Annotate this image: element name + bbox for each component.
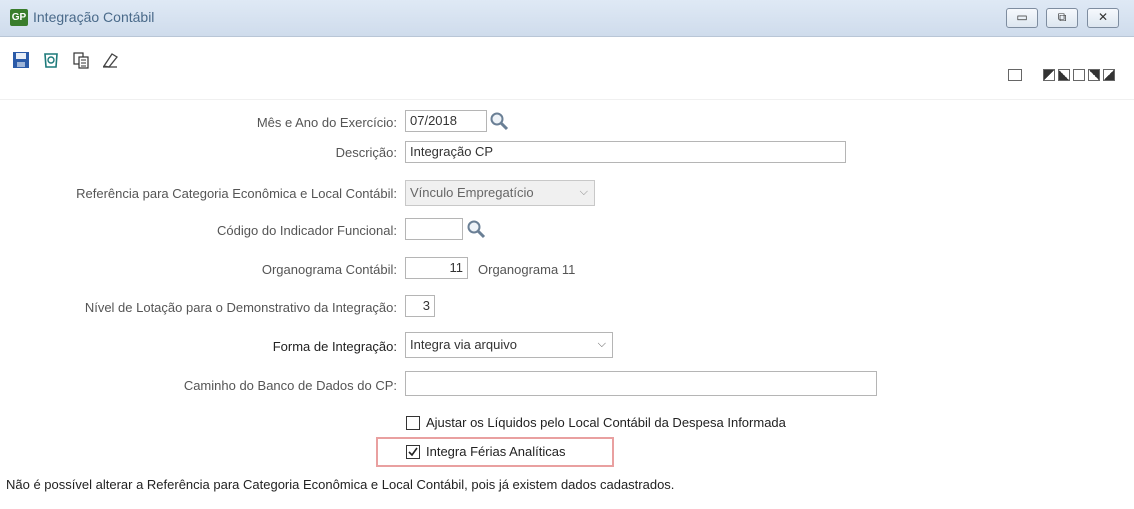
chevron-down-icon: ⌵ — [597, 338, 606, 350]
layout-bottom-left-icon[interactable] — [1058, 69, 1070, 81]
title-bar: GP Integração Contábil ▭ ⧉ ✕ — [0, 0, 1134, 37]
codigo-indicador-label: Código do Indicador Funcional: — [217, 223, 397, 238]
print-icon[interactable] — [1008, 69, 1022, 81]
chevron-down-icon: ⌵ — [579, 186, 588, 198]
clear-icon[interactable] — [101, 51, 119, 69]
layout-top-right-icon[interactable] — [1088, 69, 1100, 81]
restore-button[interactable]: ⧉ — [1046, 8, 1078, 28]
descricao-label: Descrição: — [335, 145, 397, 160]
mes-ano-input[interactable]: 07/2018 — [405, 110, 487, 132]
restore-icon: ⧉ — [1057, 10, 1067, 24]
forma-integracao-select[interactable]: Integra via arquivo ⌵ — [405, 332, 613, 358]
toolbar — [0, 37, 1134, 99]
ajustar-liquidos-checkbox[interactable] — [406, 416, 420, 430]
minimize-button[interactable]: ▭ — [1006, 8, 1038, 28]
close-button[interactable]: ✕ — [1087, 8, 1119, 28]
organograma-label: Organograma Contábil: — [261, 262, 397, 277]
close-icon: ✕ — [1097, 10, 1109, 24]
save-icon[interactable] — [12, 51, 30, 69]
caminho-banco-input[interactable] — [405, 371, 877, 396]
integracao-contabil-window: GP Integração Contábil ▭ ⧉ ✕ Mês e Ano d… — [0, 0, 1134, 509]
mes-ano-label: Mês e Ano do Exercício: — [256, 115, 397, 130]
search-icon[interactable] — [489, 111, 509, 131]
integra-ferias-checkbox[interactable] — [406, 445, 420, 459]
organograma-description: Organograma 11 — [478, 262, 576, 277]
delete-icon[interactable] — [42, 51, 60, 69]
layout-top-left-icon[interactable] — [1043, 69, 1055, 81]
checkmark-icon — [408, 447, 418, 457]
window-title: Integração Contábil — [33, 9, 155, 25]
info-note: Não é possível alterar a Referência para… — [6, 477, 675, 492]
forma-integracao-label: Forma de Integração: — [272, 339, 397, 354]
referencia-select[interactable]: Vínculo Empregatício ⌵ — [405, 180, 595, 206]
codigo-indicador-input[interactable] — [405, 218, 463, 240]
nivel-lotacao-input[interactable]: 3 — [405, 295, 435, 317]
copy-icon[interactable] — [72, 51, 90, 69]
minimize-icon: ▭ — [1016, 10, 1028, 24]
caminho-banco-label: Caminho do Banco de Dados do CP: — [183, 378, 397, 393]
organograma-input[interactable]: 11 — [405, 257, 468, 279]
integra-ferias-label: Integra Férias Analíticas — [426, 444, 566, 459]
ajustar-liquidos-label: Ajustar os Líquidos pelo Local Contábil … — [426, 415, 786, 430]
app-logo-icon: GP — [10, 9, 28, 26]
search-icon[interactable] — [466, 219, 486, 239]
descricao-input[interactable]: Integração CP — [405, 141, 846, 163]
layout-bottom-right-icon[interactable] — [1103, 69, 1115, 81]
nivel-lotacao-label: Nível de Lotação para o Demonstrativo da… — [84, 300, 397, 315]
referencia-value: Vínculo Empregatício — [410, 185, 534, 200]
layout-center-icon[interactable] — [1073, 69, 1085, 81]
forma-integracao-value: Integra via arquivo — [410, 337, 517, 352]
referencia-label: Referência para Categoria Econômica e Lo… — [76, 186, 397, 201]
